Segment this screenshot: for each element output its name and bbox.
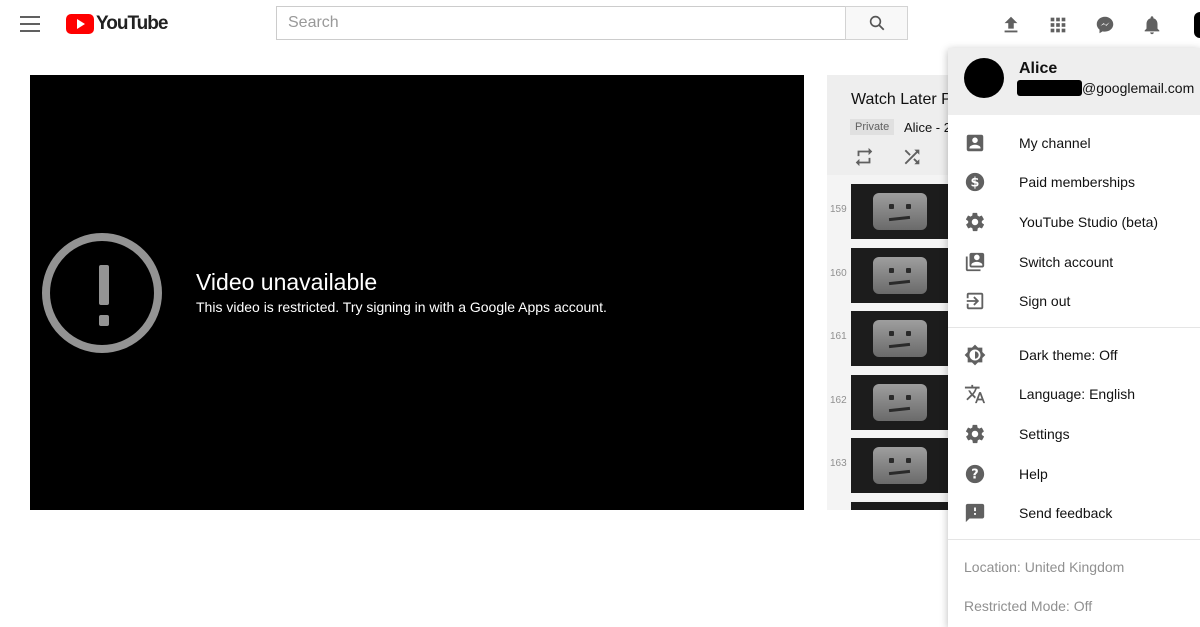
svg-text:$: $ <box>971 176 980 191</box>
playlist-item-index: 162 <box>830 394 847 406</box>
notifications-icon[interactable] <box>1139 12 1165 38</box>
playlist-item[interactable]: 161 <box>827 309 957 373</box>
thumbnail <box>851 438 957 493</box>
youtube-logo[interactable]: YouTube <box>66 13 168 35</box>
redacted-email-mark <box>1017 80 1082 96</box>
menu-item-label: My channel <box>1019 134 1091 151</box>
search-button[interactable] <box>845 6 908 40</box>
dark-theme-icon <box>963 343 987 367</box>
menu-item-label: Paid memberships <box>1019 174 1135 191</box>
menu-item-youtube-studio[interactable]: YouTube Studio (beta) <box>948 202 1200 242</box>
dollar-circle-icon: $ <box>963 170 987 194</box>
playlist-item-index: 163 <box>830 458 847 469</box>
exclamation-circle-icon <box>42 233 162 353</box>
upload-icon[interactable] <box>998 12 1024 38</box>
thumbnail <box>851 247 957 303</box>
unavailable-thumbnail-icon <box>873 193 927 230</box>
account-avatar <box>964 58 1004 98</box>
playlist-item[interactable]: 163 <box>827 436 957 500</box>
loop-icon[interactable] <box>853 146 875 173</box>
privacy-badge: Private <box>850 119 895 135</box>
sign-out-icon <box>963 289 987 313</box>
gear-icon <box>963 422 987 446</box>
account-box-icon <box>963 131 987 155</box>
account-menu: Alice @googlemail.com My channel $ Paid … <box>948 48 1200 627</box>
menu-divider <box>948 326 1200 328</box>
menu-item-label: Help <box>1019 465 1048 482</box>
thumbnail <box>851 374 957 430</box>
search-input[interactable] <box>276 6 845 40</box>
svg-text:?: ? <box>971 467 978 482</box>
menu-item-location[interactable]: Location: United Kingdom <box>948 547 1200 587</box>
menu-item-label: Sign out <box>1019 293 1071 310</box>
account-header: Alice @googlemail.com <box>948 48 1200 115</box>
search-icon <box>869 15 884 31</box>
playlist-title[interactable]: Watch Later P <box>851 91 952 109</box>
thumbnail <box>851 501 957 510</box>
help-icon: ? <box>963 462 987 486</box>
menu-divider <box>948 538 1200 540</box>
gear-icon <box>963 210 987 234</box>
playlist-item-index: 161 <box>830 331 847 342</box>
menu-item-label: Language: English <box>1019 386 1135 403</box>
playlist-item[interactable]: 162 <box>827 373 957 437</box>
menu-item-help[interactable]: ? Help <box>948 454 1200 494</box>
playlist-header: Watch Later P Private Alice - 2 <box>827 75 957 175</box>
error-title: Video unavailable <box>196 269 378 295</box>
menu-item-label: Dark theme: Off <box>1019 346 1118 363</box>
menu-item-label: Send feedback <box>1019 505 1113 522</box>
apps-grid-icon[interactable] <box>1045 12 1071 38</box>
playlist-item[interactable] <box>827 500 957 510</box>
unavailable-thumbnail-icon <box>873 320 927 357</box>
account-name: Alice <box>1019 60 1058 77</box>
error-message: This video is restricted. Try signing in… <box>196 299 607 315</box>
menu-item-settings[interactable]: Settings <box>948 414 1200 454</box>
menu-item-send-feedback[interactable]: Send feedback <box>948 493 1200 533</box>
playlist-item[interactable]: 160 <box>827 246 957 310</box>
playlist-owner[interactable]: Alice - 2 <box>904 120 951 135</box>
menu-item-dark-theme[interactable]: Dark theme: Off <box>948 335 1200 375</box>
switch-account-icon <box>963 250 987 274</box>
search-box <box>276 6 908 40</box>
menu-item-language[interactable]: Language: English <box>948 375 1200 415</box>
video-player[interactable]: Video unavailable This video is restrict… <box>30 75 804 510</box>
avatar[interactable] <box>1194 12 1200 38</box>
playlist-item[interactable]: 159 <box>827 182 957 246</box>
feedback-icon <box>963 501 987 525</box>
top-bar: YouTube <box>0 0 1200 50</box>
menu-item-paid-memberships[interactable]: $ Paid memberships <box>948 163 1200 203</box>
menu-item-switch-account[interactable]: Switch account <box>948 242 1200 282</box>
playlist-item-index: 160 <box>830 267 847 279</box>
thumbnail <box>851 311 957 366</box>
playlist-item-index: 159 <box>830 204 847 215</box>
translate-icon <box>963 382 987 406</box>
menu-item-label: Switch account <box>1019 253 1114 270</box>
unavailable-thumbnail-icon <box>873 447 927 484</box>
menu-item-label: Settings <box>1019 425 1070 442</box>
unavailable-thumbnail-icon <box>873 383 927 421</box>
menu-icon[interactable] <box>20 16 40 32</box>
messages-icon[interactable] <box>1092 12 1118 38</box>
playlist-panel: Watch Later P Private Alice - 2 159 160 … <box>827 75 957 510</box>
menu-item-label: YouTube Studio (beta) <box>1019 213 1159 230</box>
account-email: @googlemail.com <box>1082 80 1195 96</box>
unavailable-thumbnail-icon <box>873 256 927 294</box>
thumbnail <box>851 184 957 239</box>
menu-item-restricted-mode[interactable]: Restricted Mode: Off <box>948 587 1200 627</box>
menu-item-sign-out[interactable]: Sign out <box>948 281 1200 321</box>
logo-text: YouTube <box>96 13 168 34</box>
youtube-play-icon <box>66 14 94 34</box>
menu-item-my-channel[interactable]: My channel <box>948 123 1200 163</box>
shuffle-icon[interactable] <box>901 146 923 173</box>
